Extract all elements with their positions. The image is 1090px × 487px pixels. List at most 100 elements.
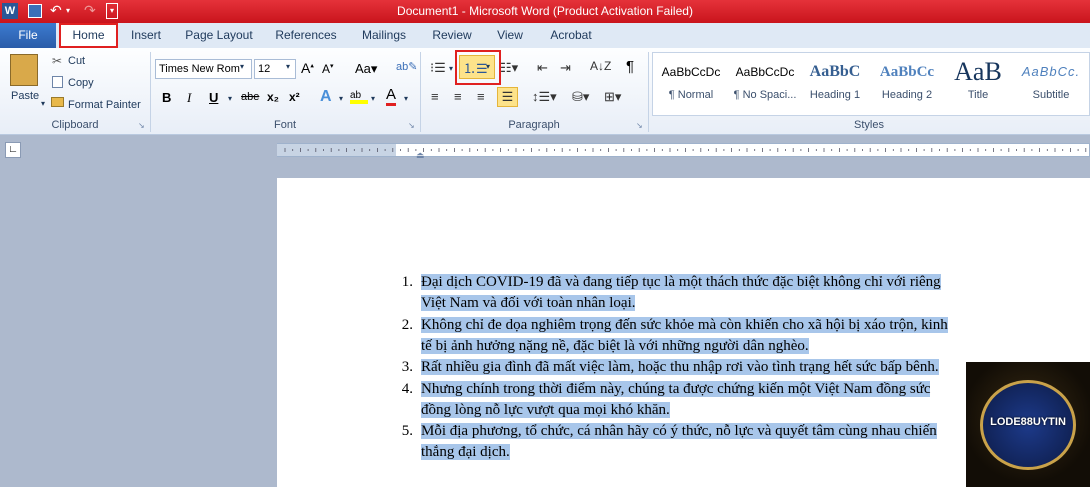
styles-group-label: Styles — [854, 119, 884, 131]
list-item-number: 5. — [401, 423, 413, 440]
style-name: Subtitle — [1032, 89, 1070, 101]
font-color-icon[interactable]: A — [386, 87, 397, 106]
list-item-line: Không chỉ đe dọa nghiêm trọng đến sức kh… — [421, 315, 948, 336]
font-name-input[interactable]: Times New Rom — [155, 59, 252, 79]
list-item-line: Việt Nam và đối với toàn nhân loại. — [421, 293, 636, 314]
shrink-font-icon[interactable]: A▾ — [322, 62, 334, 76]
line-spacing-icon[interactable]: ↕☰▾ — [532, 89, 557, 105]
text-effects-dropdown-icon[interactable]: ▾ — [339, 94, 343, 103]
tab-acrobat[interactable]: Acrobat — [544, 23, 598, 48]
style-sample: AaBbCcDc — [735, 65, 795, 79]
tab-page-layout[interactable]: Page Layout — [180, 23, 258, 48]
style-normal[interactable]: AaBbCcDc ¶ Normal — [655, 55, 727, 113]
font-size-dropdown-icon[interactable]: ▾ — [286, 62, 290, 71]
list-item-text[interactable]: Rất nhiều gia đình đã mất việc làm, hoặc… — [421, 359, 939, 376]
bullets-dropdown-icon[interactable]: ▾ — [449, 64, 453, 73]
cut-button[interactable]: Cut — [68, 53, 85, 69]
align-center-icon[interactable]: ≡ — [454, 89, 462, 104]
superscript-button[interactable]: x² — [289, 90, 300, 104]
text-effects-icon[interactable]: A — [320, 88, 332, 106]
logo-text: LODE88UYTIN — [990, 416, 1066, 428]
font-name-dropdown-icon[interactable]: ▾ — [240, 62, 244, 71]
list-item-number: 2. — [401, 316, 413, 333]
underline-dropdown-icon[interactable]: ▾ — [228, 94, 232, 103]
style-sample: AaBbCc — [879, 64, 935, 80]
list-item-number: 1. — [401, 274, 413, 290]
font-group-label: Font — [273, 119, 296, 131]
style-name: Title — [967, 89, 989, 101]
list-item-line: Nhưng chính trong thời điểm này, chúng t… — [421, 379, 931, 400]
list-item-line: Rất nhiều gia đình đã mất việc làm, hoặc… — [421, 357, 939, 378]
clipboard-launcher-icon[interactable]: ↘ — [138, 121, 145, 130]
ruler-ticks — [284, 148, 1087, 152]
style-title[interactable]: AaB Title — [945, 55, 1011, 113]
list-item-text[interactable]: Việt Nam và đối với toàn nhân loại. — [421, 295, 636, 312]
style-heading-2[interactable]: AaBbCc Heading 2 — [873, 55, 941, 113]
paste-button[interactable]: Paste — [11, 88, 39, 104]
show-formatting-marks-icon[interactable]: ¶ — [626, 58, 634, 75]
watermark-logo: LODE88UYTIN — [966, 362, 1090, 487]
paste-icon[interactable] — [10, 54, 38, 86]
clipboard-group-label: Clipboard — [51, 119, 99, 131]
list-item-number: 4. — [401, 380, 413, 397]
numbering-button[interactable]: ⒈☰ ▾ — [459, 55, 495, 79]
list-item-text[interactable]: Không chỉ đe dọa nghiêm trọng đến sức kh… — [421, 316, 948, 333]
highlight-dropdown-icon[interactable]: ▾ — [371, 94, 375, 103]
style-sample: AaB — [954, 57, 1002, 86]
multilevel-list-icon[interactable]: ☷▾ — [500, 60, 518, 76]
list-item-text[interactable]: đồng lòng nỗ lực vượt qua mọi khó khăn. — [421, 401, 670, 418]
list-item-line: Mỗi địa phương, tổ chức, cá nhân hãy có … — [421, 421, 937, 442]
list-item-line: thắng đại dịch. — [421, 442, 510, 463]
paragraph-group-label: Paragraph — [508, 119, 560, 131]
scissors-icon: ✂ — [52, 54, 63, 68]
copy-icon — [52, 76, 63, 88]
style-name: Heading 1 — [809, 89, 861, 101]
style-name: ¶ No Spaci... — [733, 89, 797, 101]
tab-insert[interactable]: Insert — [124, 23, 168, 48]
font-color-dropdown-icon[interactable]: ▾ — [404, 94, 408, 103]
tab-mailings[interactable]: Mailings — [354, 23, 414, 48]
highlight-icon[interactable]: ab — [350, 90, 368, 104]
paragraph-launcher-icon[interactable]: ↘ — [636, 121, 643, 130]
window-title: Document1 - Microsoft Word (Product Acti… — [397, 4, 693, 18]
list-item-line: đồng lòng nỗ lực vượt qua mọi khó khăn. — [421, 400, 670, 421]
style-subtitle[interactable]: AaBbCc. Subtitle — [1016, 55, 1086, 113]
subscript-button[interactable]: x₂ — [267, 90, 279, 104]
justify-button[interactable]: ☰ — [497, 87, 518, 107]
style-name: Heading 2 — [881, 89, 933, 101]
tab-selector-icon[interactable]: ∟ — [5, 142, 21, 158]
strikethrough-button[interactable]: abe — [241, 91, 259, 103]
borders-icon[interactable]: ⊞▾ — [604, 89, 621, 105]
italic-button[interactable]: I — [187, 90, 191, 106]
paste-dropdown-icon[interactable]: ▾ — [41, 96, 45, 112]
tab-view[interactable]: View — [490, 23, 530, 48]
increase-indent-icon[interactable]: ⇥ — [560, 60, 571, 76]
shading-icon[interactable]: ⛁▾ — [572, 89, 589, 105]
list-item-number: 3. — [401, 359, 413, 376]
list-item-text[interactable]: thắng đại dịch. — [421, 444, 510, 461]
align-right-icon[interactable]: ≡ — [477, 89, 485, 104]
tab-references[interactable]: References — [270, 23, 342, 48]
list-item-text[interactable]: Nhưng chính trong thời điểm này, chúng t… — [421, 380, 931, 397]
copy-button[interactable]: Copy — [68, 75, 94, 91]
tab-home[interactable]: Home — [59, 23, 118, 48]
sort-icon[interactable]: A↓Z — [590, 59, 611, 73]
bold-button[interactable]: B — [162, 90, 171, 105]
tab-review[interactable]: Review — [427, 23, 477, 48]
change-case-icon[interactable]: Aa▾ — [355, 61, 377, 77]
align-left-icon[interactable]: ≡ — [431, 89, 439, 104]
clear-formatting-icon[interactable]: ab✎ — [396, 60, 417, 73]
list-item-text[interactable]: Đại dịch COVID-19 đã và đang tiếp tục là… — [421, 274, 941, 290]
format-painter-button[interactable]: Format Painter — [68, 97, 141, 113]
style-heading-1[interactable]: AaBbC Heading 1 — [802, 55, 868, 113]
tab-file[interactable]: File — [0, 23, 56, 48]
style-no-spacing[interactable]: AaBbCcDc ¶ No Spaci... — [729, 55, 801, 113]
list-item-text[interactable]: tế bị ảnh hưởng nặng nề, đặc biệt là với… — [421, 337, 809, 354]
list-item-text[interactable]: Mỗi địa phương, tổ chức, cá nhân hãy có … — [421, 423, 937, 440]
bullets-icon[interactable]: ⁝☰ — [430, 60, 446, 76]
decrease-indent-icon[interactable]: ⇤ — [537, 60, 548, 76]
underline-button[interactable]: U — [209, 90, 218, 105]
font-launcher-icon[interactable]: ↘ — [408, 121, 415, 130]
grow-font-icon[interactable]: A▴ — [301, 60, 314, 76]
numbering-dropdown-icon[interactable]: ▾ — [486, 62, 490, 71]
